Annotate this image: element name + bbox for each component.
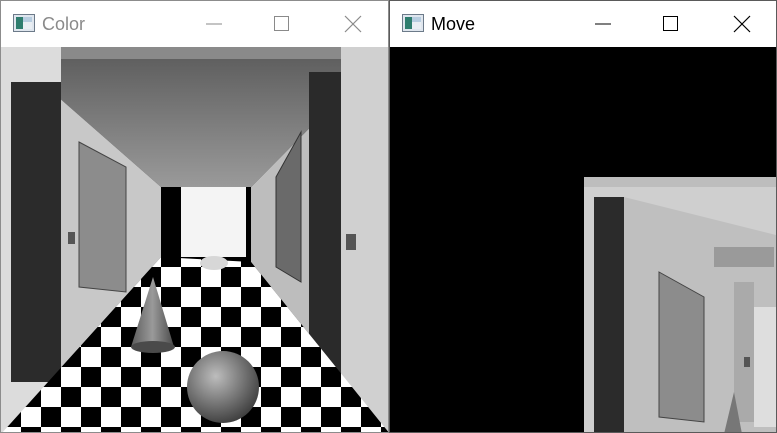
maximize-icon: [274, 16, 289, 31]
close-button[interactable]: [719, 1, 765, 47]
move-window[interactable]: Move: [389, 0, 777, 433]
close-icon: [344, 15, 362, 33]
color-window-titlebar[interactable]: Color: [1, 1, 388, 47]
color-window[interactable]: Color: [0, 0, 389, 433]
minimize-button[interactable]: [191, 1, 237, 47]
maximize-button[interactable]: [648, 1, 694, 47]
hallway-render-image: [1, 47, 388, 432]
window-title: Color: [42, 14, 86, 34]
maximize-button[interactable]: [259, 1, 305, 47]
app-window-icon: [13, 14, 35, 32]
close-icon: [733, 15, 751, 33]
minimize-button[interactable]: [580, 1, 626, 47]
translated-hallway-image: [390, 47, 776, 432]
window-title: Move: [431, 14, 476, 34]
app-window-icon: [402, 14, 424, 32]
move-window-titlebar[interactable]: Move: [390, 1, 776, 47]
maximize-icon: [663, 16, 678, 31]
move-image-canvas: [390, 47, 776, 432]
close-button[interactable]: [330, 1, 376, 47]
color-image-canvas: [1, 47, 388, 432]
